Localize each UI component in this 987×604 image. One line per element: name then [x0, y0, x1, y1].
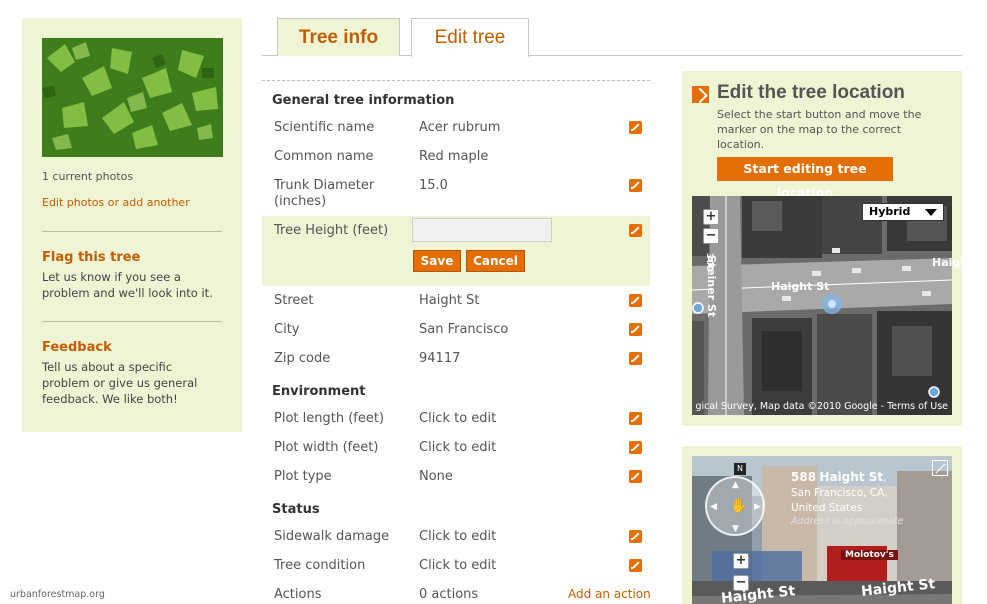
city-label: City — [274, 322, 300, 337]
compass-icon: N — [734, 463, 746, 475]
zoom-in-button[interactable]: + — [703, 209, 719, 225]
cancel-button[interactable]: Cancel — [466, 250, 525, 272]
navigation-control[interactable]: ✋ ▲ ▼ ◀ ▶ — [705, 476, 765, 536]
edit-pencil-icon[interactable] — [629, 412, 642, 425]
section-status: Status — [272, 502, 320, 517]
edit-pencil-icon[interactable] — [629, 294, 642, 307]
city-value[interactable]: San Francisco — [419, 322, 508, 337]
pan-left-icon[interactable]: ◀ — [710, 502, 717, 512]
streetview-address: 588 Haight St, San Francisco, CA, United… — [791, 470, 906, 516]
plot-width-label: Plot width (feet) — [274, 440, 379, 455]
common-name-label: Common name — [274, 149, 374, 164]
zip-code-label: Zip code — [274, 351, 331, 366]
pan-up-icon[interactable]: ▲ — [732, 480, 739, 490]
section-general: General tree information — [272, 93, 455, 108]
feedback-link[interactable]: Feedback — [42, 340, 112, 355]
trunk-diameter-label: Trunk Diameter (inches) — [274, 178, 375, 209]
scientific-name-value[interactable]: Acer rubrum — [419, 120, 500, 135]
streetview-zoom-in-button[interactable]: + — [733, 553, 749, 569]
flag-tree-text: Let us know if you see a problem and we'… — [42, 270, 213, 300]
tab-tree-info[interactable]: Tree info — [277, 18, 400, 56]
street-value[interactable]: Haight St — [419, 293, 479, 308]
edit-pencil-icon[interactable] — [629, 121, 642, 134]
map-address-number: 300 — [704, 253, 714, 272]
address-street: Haight St — [819, 470, 884, 484]
plot-type-value[interactable]: None — [419, 469, 453, 484]
divider — [262, 80, 650, 81]
arrow-icon — [692, 86, 709, 103]
actions-value: 0 actions — [419, 587, 479, 602]
location-title: Edit the tree location — [717, 82, 905, 103]
photo-count: 1 current photos — [42, 170, 134, 183]
aerial-map-image — [692, 196, 952, 415]
address-number: 588 — [791, 470, 817, 484]
tree-height-label: Tree Height (feet) — [274, 223, 389, 238]
tree-photo[interactable] — [42, 38, 223, 157]
edit-pencil-icon[interactable] — [629, 530, 642, 543]
feedback-text: Tell us about a specific problem or give… — [42, 360, 198, 406]
street-label: Street — [274, 293, 314, 308]
fullscreen-icon-stroke — [935, 463, 946, 474]
location-description: Select the start button and move the mar… — [717, 108, 922, 151]
fullscreen-icon[interactable] — [932, 460, 948, 476]
plot-length-label: Plot length (feet) — [274, 411, 385, 426]
edit-pencil-icon[interactable] — [629, 352, 642, 365]
edit-pencil-icon[interactable] — [629, 323, 642, 336]
location-map[interactable] — [692, 196, 952, 415]
sidewalk-damage-value[interactable]: Click to edit — [419, 529, 496, 544]
actions-label: Actions — [274, 587, 322, 602]
tree-condition-value[interactable]: Click to edit — [419, 558, 496, 573]
address-approx-note: Address is approximate — [791, 516, 904, 527]
map-street-label: Haight St — [771, 280, 830, 293]
map-attribution: gical Survey, Map data ©2010 Google - Te… — [695, 401, 948, 412]
map-type-select[interactable]: Hybrid — [862, 203, 944, 221]
pan-down-icon[interactable]: ▼ — [732, 524, 739, 534]
tree-height-input[interactable] — [412, 218, 552, 242]
site-footer: urbanforestmap.org — [10, 589, 105, 600]
edit-pencil-icon[interactable] — [629, 559, 642, 572]
edit-pencil-icon[interactable] — [629, 179, 642, 192]
plot-type-label: Plot type — [274, 469, 332, 484]
leaves-image — [42, 38, 223, 157]
section-environment: Environment — [272, 384, 366, 399]
sidewalk-damage-label: Sidewalk damage — [274, 529, 390, 544]
pan-right-icon[interactable]: ▶ — [754, 502, 761, 512]
edit-pencil-icon[interactable] — [629, 441, 642, 454]
divider — [42, 321, 222, 322]
flag-tree-link[interactable]: Flag this tree — [42, 250, 140, 265]
divider — [42, 231, 222, 232]
start-editing-location-button[interactable]: Start editing tree location — [717, 157, 893, 200]
scientific-name-label: Scientific name — [274, 120, 375, 135]
edit-pencil-icon[interactable] — [629, 470, 642, 483]
plot-width-value[interactable]: Click to edit — [419, 440, 496, 455]
add-action-link[interactable]: Add an action — [568, 587, 651, 601]
tab-edit-tree[interactable]: Edit tree — [411, 18, 529, 57]
edit-photos-link[interactable]: Edit photos or add another — [42, 196, 190, 209]
trunk-diameter-value[interactable]: 15.0 — [419, 178, 448, 193]
hand-icon: ✋ — [730, 498, 748, 514]
tree-condition-label: Tree condition — [274, 558, 366, 573]
zoom-out-button[interactable]: − — [703, 228, 719, 244]
common-name-value[interactable]: Red maple — [419, 149, 488, 164]
edit-pencil-icon[interactable] — [629, 224, 642, 237]
map-street-label-right: Haight — [932, 256, 974, 269]
shop-sign: Molotov's — [841, 550, 898, 560]
zip-code-value[interactable]: 94117 — [419, 351, 460, 366]
save-button[interactable]: Save — [413, 250, 461, 272]
plot-length-value[interactable]: Click to edit — [419, 411, 496, 426]
